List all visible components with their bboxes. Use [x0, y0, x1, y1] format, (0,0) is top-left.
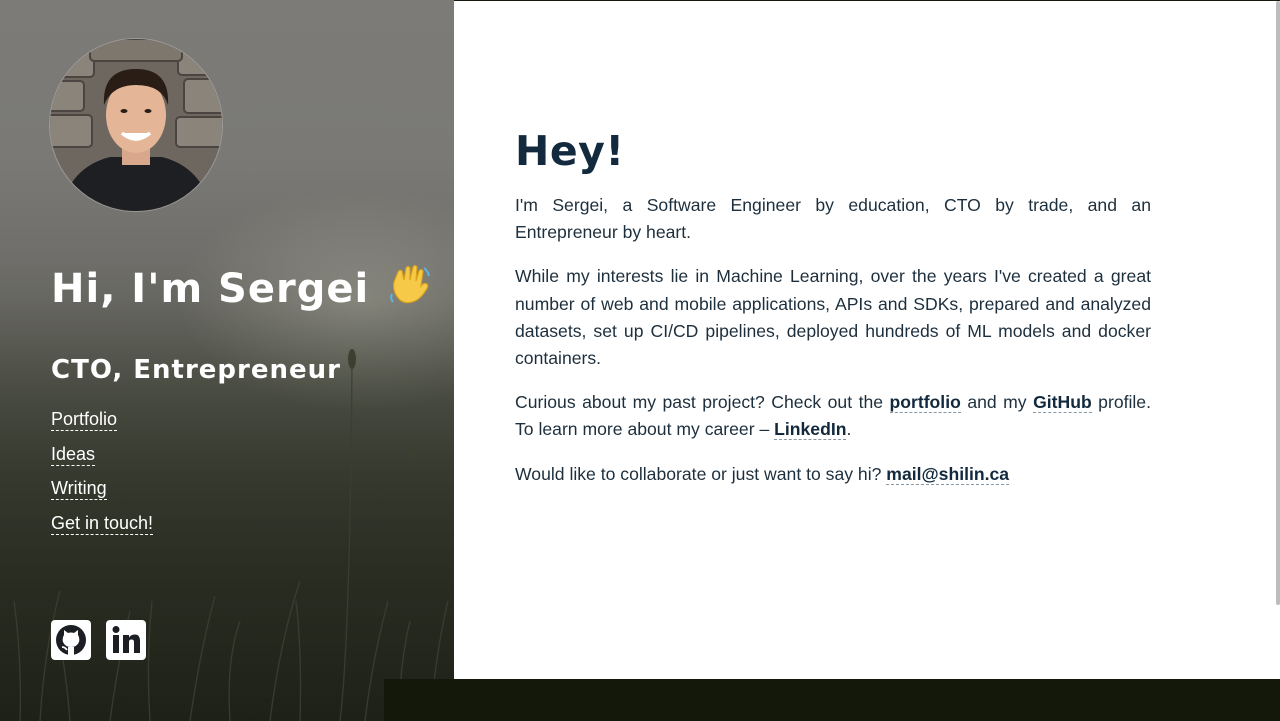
nav-link-portfolio[interactable]: Portfolio: [51, 409, 118, 431]
avatar: [50, 39, 222, 211]
email-link[interactable]: mail@shilin.ca: [886, 463, 1010, 485]
linkedin-link[interactable]: [106, 620, 146, 660]
social-links: [51, 620, 146, 660]
greeting-text: Hi, I'm Sergei: [51, 266, 370, 312]
about-section: Hey! I'm Sergei, a Software Engineer by …: [515, 127, 1151, 505]
nav-link-get-in-touch[interactable]: Get in touch!: [51, 512, 154, 535]
nav-item-portfolio: Portfolio: [51, 409, 153, 444]
scrollbar[interactable]: [1276, 1, 1280, 605]
github-text-link[interactable]: GitHub: [1033, 392, 1092, 414]
nav-link-writing[interactable]: Writing: [51, 478, 107, 500]
nav-item-get-in-touch: Get in touch!: [51, 512, 154, 548]
sidebar-role: CTO, Entrepreneur: [51, 355, 341, 385]
nav-item-writing: Writing: [51, 478, 153, 513]
github-link[interactable]: [51, 620, 91, 660]
contact-text: Would like to collaborate or just want t…: [515, 463, 887, 484]
sidebar-greeting: Hi, I'm Sergei: [51, 262, 432, 316]
page: Hi, I'm Sergei CTO, Entrepreneur Portfol…: [0, 0, 1280, 721]
links-paragraph: Curious about my past project? Check out…: [515, 389, 1151, 443]
experience-paragraph: While my interests lie in Machine Learni…: [515, 266, 1151, 369]
links-text-2: and my: [960, 392, 1034, 413]
linkedin-icon: [106, 620, 146, 660]
sidebar-nav: Portfolio Ideas Writing Get in touch!: [51, 409, 154, 548]
links-text-1: Curious about my past project? Check out…: [515, 392, 890, 413]
nav-link-ideas[interactable]: Ideas: [51, 443, 96, 466]
linkedin-text-link[interactable]: LinkedIn: [774, 419, 847, 441]
sidebar: Hi, I'm Sergei CTO, Entrepreneur Portfol…: [0, 0, 454, 721]
portfolio-link[interactable]: portfolio: [889, 392, 961, 414]
waving-hand-icon: [388, 262, 432, 316]
intro-paragraph: I'm Sergei, a Software Engineer by educa…: [515, 195, 1151, 243]
profile-photo: [50, 39, 222, 211]
github-icon: [51, 620, 91, 660]
nav-item-ideas: Ideas: [51, 443, 153, 479]
contact-paragraph: Would like to collaborate or just want t…: [515, 461, 1151, 488]
links-text-4: .: [846, 419, 852, 440]
main-content: Hey! I'm Sergei, a Software Engineer by …: [454, 1, 1280, 679]
page-title: Hey!: [515, 127, 625, 175]
bottom-strip: [384, 679, 1280, 721]
